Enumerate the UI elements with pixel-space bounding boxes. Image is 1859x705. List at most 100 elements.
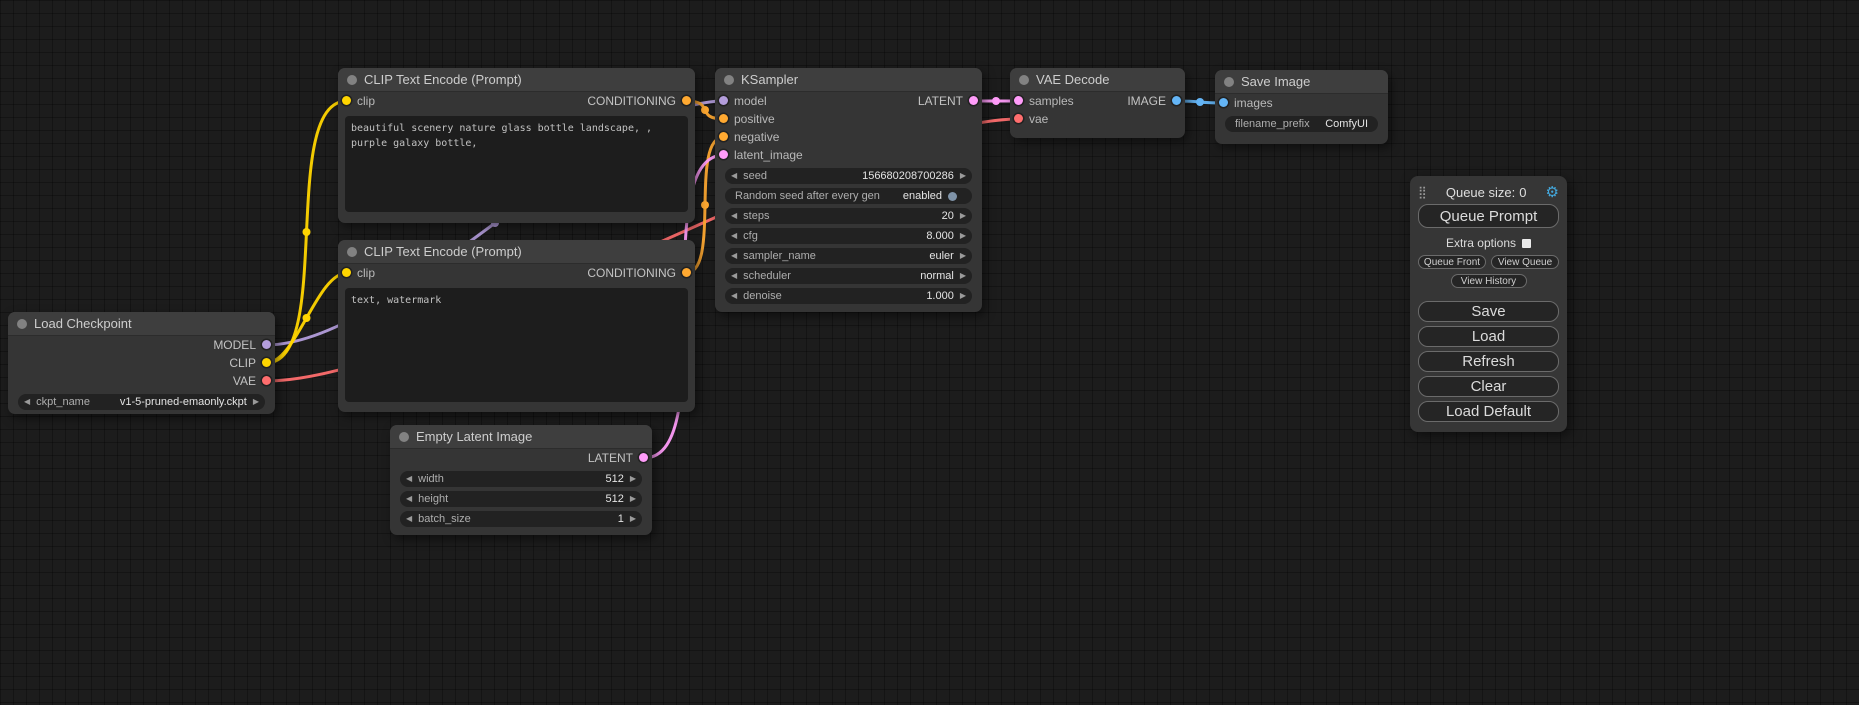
node-empty-latent-image[interactable]: Empty Latent Image LATENT ◀ width 512 ▶ … — [390, 425, 652, 535]
width-widget[interactable]: ◀ width 512 ▶ — [400, 471, 642, 487]
collapse-dot-icon[interactable] — [17, 319, 27, 329]
output-latent-dot[interactable] — [639, 453, 648, 462]
node-ksampler[interactable]: KSampler model LATENT positive negative … — [715, 68, 982, 312]
increment-arrow-icon[interactable]: ▶ — [954, 168, 972, 184]
load-button[interactable]: Load — [1418, 326, 1559, 347]
node-clip-text-encode-positive[interactable]: CLIP Text Encode (Prompt) clip CONDITION… — [338, 68, 695, 223]
increment-arrow-icon[interactable]: ▶ — [954, 268, 972, 284]
graph-canvas[interactable]: { "icons": { "arrow_left": "◀", "arrow_r… — [0, 0, 1859, 705]
clear-button[interactable]: Clear — [1418, 376, 1559, 397]
output-conditioning-dot[interactable] — [682, 268, 691, 277]
decrement-arrow-icon[interactable]: ◀ — [725, 168, 743, 184]
refresh-button[interactable]: Refresh — [1418, 351, 1559, 372]
increment-arrow-icon[interactable]: ▶ — [624, 471, 642, 487]
height-widget[interactable]: ◀ height 512 ▶ — [400, 491, 642, 507]
slot-row: latent_image — [715, 146, 982, 164]
node-clip-text-encode-negative[interactable]: CLIP Text Encode (Prompt) clip CONDITION… — [338, 240, 695, 412]
decrement-arrow-icon[interactable]: ◀ — [725, 208, 743, 224]
output-vae-dot[interactable] — [262, 376, 271, 385]
increment-arrow-icon[interactable]: ▶ — [954, 248, 972, 264]
output-latent-dot[interactable] — [969, 96, 978, 105]
batch-size-widget[interactable]: ◀ batch_size 1 ▶ — [400, 511, 642, 527]
increment-arrow-icon[interactable]: ▶ — [954, 228, 972, 244]
increment-arrow-icon[interactable]: ▶ — [247, 394, 265, 410]
input-clip-dot[interactable] — [342, 268, 351, 277]
extra-options-checkbox[interactable] — [1522, 239, 1531, 248]
increment-arrow-icon[interactable]: ▶ — [624, 491, 642, 507]
sampler-name-widget[interactable]: ◀ sampler_name euler ▶ — [725, 248, 972, 264]
collapse-dot-icon[interactable] — [347, 75, 357, 85]
input-samples-dot[interactable] — [1014, 96, 1023, 105]
input-vae-dot[interactable] — [1014, 114, 1023, 123]
queue-front-button[interactable]: Queue Front — [1418, 255, 1486, 269]
collapse-dot-icon[interactable] — [724, 75, 734, 85]
queue-prompt-button[interactable]: Queue Prompt — [1418, 204, 1559, 228]
scheduler-widget[interactable]: ◀ scheduler normal ▶ — [725, 268, 972, 284]
denoise-widget[interactable]: ◀ denoise 1.000 ▶ — [725, 288, 972, 304]
node-title-bar[interactable]: KSampler — [715, 68, 982, 92]
input-negative-dot[interactable] — [719, 132, 728, 141]
view-history-button[interactable]: View History — [1451, 274, 1527, 288]
steps-widget[interactable]: ◀ steps 20 ▶ — [725, 208, 972, 224]
output-conditioning-dot[interactable] — [682, 96, 691, 105]
slot-row: clip CONDITIONING — [338, 264, 695, 282]
decrement-arrow-icon[interactable]: ◀ — [400, 471, 418, 487]
decrement-arrow-icon[interactable]: ◀ — [725, 248, 743, 264]
output-vae-label: VAE — [233, 372, 256, 390]
widget-value: v1-5-pruned-emaonly.ckpt — [120, 396, 247, 408]
node-title-bar[interactable]: Empty Latent Image — [390, 425, 652, 449]
increment-arrow-icon[interactable]: ▶ — [954, 208, 972, 224]
decrement-arrow-icon[interactable]: ◀ — [725, 268, 743, 284]
drag-handle-icon[interactable]: ⣿ — [1418, 185, 1427, 199]
widget-label: ckpt_name — [36, 396, 90, 408]
decrement-arrow-icon[interactable]: ◀ — [725, 228, 743, 244]
cfg-widget[interactable]: ◀ cfg 8.000 ▶ — [725, 228, 972, 244]
node-save-image[interactable]: Save Image images filename_prefix ComfyU… — [1215, 70, 1388, 144]
node-load-checkpoint[interactable]: Load Checkpoint MODEL CLIP VAE ◀ ckpt_na… — [8, 312, 275, 414]
save-button[interactable]: Save — [1418, 301, 1559, 322]
input-images-dot[interactable] — [1219, 98, 1228, 107]
positive-prompt-textarea[interactable]: beautiful scenery nature glass bottle la… — [345, 116, 688, 212]
widget-label: seed — [743, 170, 767, 182]
node-title-bar[interactable]: CLIP Text Encode (Prompt) — [338, 240, 695, 264]
node-title-bar[interactable]: Save Image — [1215, 70, 1388, 94]
increment-arrow-icon[interactable]: ▶ — [624, 511, 642, 527]
node-title: Save Image — [1241, 74, 1310, 89]
decrement-arrow-icon[interactable]: ◀ — [725, 288, 743, 304]
collapse-dot-icon[interactable] — [399, 432, 409, 442]
decrement-arrow-icon[interactable]: ◀ — [400, 511, 418, 527]
collapse-dot-icon[interactable] — [1019, 75, 1029, 85]
input-clip-dot[interactable] — [342, 96, 351, 105]
random-seed-toggle-widget[interactable]: Random seed after every gen enabled — [725, 188, 972, 204]
seed-widget[interactable]: ◀ seed 156680208700286 ▶ — [725, 168, 972, 184]
view-queue-button[interactable]: View Queue — [1491, 255, 1559, 269]
filename-prefix-widget[interactable]: filename_prefix ComfyUI — [1225, 116, 1378, 132]
output-clip-dot[interactable] — [262, 358, 271, 367]
collapse-dot-icon[interactable] — [1224, 77, 1234, 87]
input-latent-image-dot[interactable] — [719, 150, 728, 159]
output-model-dot[interactable] — [262, 340, 271, 349]
negative-prompt-textarea[interactable]: text, watermark — [345, 288, 688, 402]
widget-label: filename_prefix — [1235, 118, 1310, 130]
ckpt-name-widget[interactable]: ◀ ckpt_name v1-5-pruned-emaonly.ckpt ▶ — [18, 394, 265, 410]
node-title-bar[interactable]: VAE Decode — [1010, 68, 1185, 92]
extra-options-row: Extra options — [1418, 236, 1559, 250]
input-model-dot[interactable] — [719, 96, 728, 105]
node-title-bar[interactable]: CLIP Text Encode (Prompt) — [338, 68, 695, 92]
slot-row: clip CONDITIONING — [338, 92, 695, 110]
decrement-arrow-icon[interactable]: ◀ — [400, 491, 418, 507]
output-image-dot[interactable] — [1172, 96, 1181, 105]
node-title-bar[interactable]: Load Checkpoint — [8, 312, 275, 336]
widget-value: 156680208700286 — [862, 170, 954, 182]
input-positive-dot[interactable] — [719, 114, 728, 123]
slot-row: MODEL — [8, 336, 275, 354]
node-vae-decode[interactable]: VAE Decode samples IMAGE vae — [1010, 68, 1185, 138]
settings-gear-icon[interactable]: ⚙ — [1546, 185, 1559, 200]
widget-value: 512 — [605, 493, 623, 505]
toggle-dot-icon[interactable] — [948, 192, 957, 201]
load-default-button[interactable]: Load Default — [1418, 401, 1559, 422]
increment-arrow-icon[interactable]: ▶ — [954, 288, 972, 304]
collapse-dot-icon[interactable] — [347, 247, 357, 257]
decrement-arrow-icon[interactable]: ◀ — [18, 394, 36, 410]
link-clip-to-negative — [266, 273, 347, 363]
